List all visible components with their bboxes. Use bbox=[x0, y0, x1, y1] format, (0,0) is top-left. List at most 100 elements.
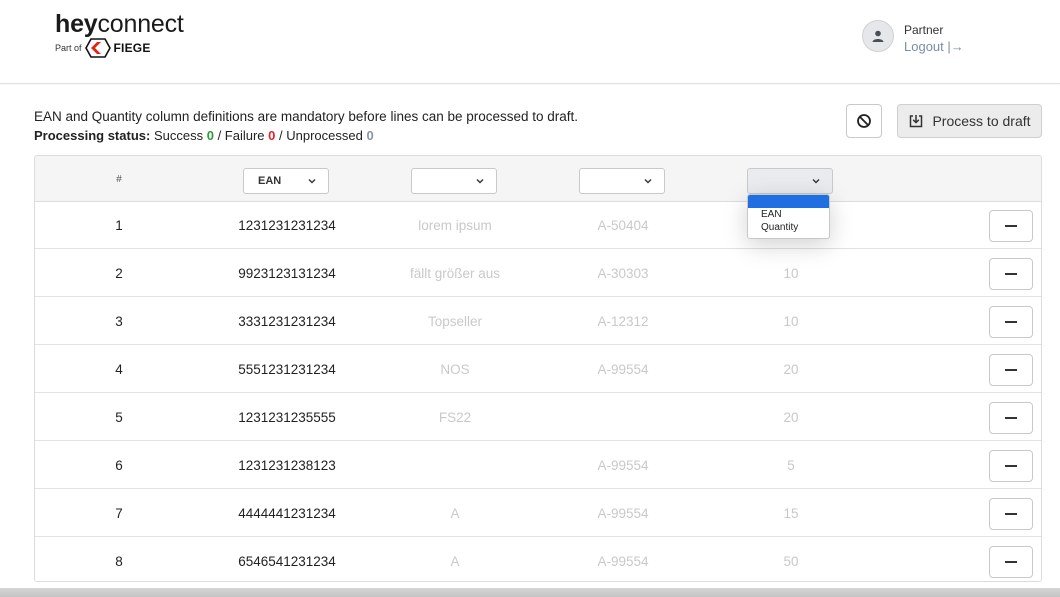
lines-table: # EAN 1 1231231231234 lorem ipsum A-5040… bbox=[34, 155, 1042, 582]
remove-row-button[interactable] bbox=[989, 498, 1033, 530]
failure-label: / Failure bbox=[217, 128, 265, 143]
download-tray-icon bbox=[910, 115, 923, 128]
row-number: 3 bbox=[115, 314, 123, 329]
row-col3: A bbox=[450, 506, 460, 521]
main-content: EAN and Quantity column definitions are … bbox=[0, 85, 1060, 597]
row-col5: 20 bbox=[783, 410, 799, 425]
ban-icon bbox=[857, 114, 871, 128]
row-number: 2 bbox=[115, 266, 123, 281]
success-label: Success bbox=[153, 128, 204, 143]
row-number: 7 bbox=[115, 506, 123, 521]
row-number: 1 bbox=[115, 218, 123, 233]
unprocessed-count: 0 bbox=[366, 128, 374, 143]
row-number: 8 bbox=[115, 554, 123, 569]
column-select-5[interactable] bbox=[747, 168, 833, 194]
processing-status-label: Processing status: bbox=[34, 128, 151, 143]
row-col4 bbox=[539, 394, 707, 441]
table-row: 3 3331231231234 Topseller A-12312 10 bbox=[35, 298, 1041, 345]
chevron-down-icon bbox=[476, 179, 484, 184]
row-col5: 10 bbox=[783, 266, 799, 281]
chevron-down-icon bbox=[812, 179, 820, 184]
row-col5: 50 bbox=[783, 554, 799, 569]
row-ean: 1231231238123 bbox=[238, 458, 336, 473]
minus-icon bbox=[1005, 465, 1017, 467]
user-avatar[interactable] bbox=[862, 20, 894, 52]
row-col3: A bbox=[450, 554, 460, 569]
row-col3: lorem ipsum bbox=[418, 218, 492, 233]
minus-icon bbox=[1005, 561, 1017, 563]
mandatory-columns-message: EAN and Quantity column definitions are … bbox=[34, 109, 579, 124]
row-ean: 4444441231234 bbox=[238, 506, 336, 521]
bottom-shadow bbox=[0, 588, 1060, 597]
user-role: Partner bbox=[904, 23, 944, 37]
row-number-header: # bbox=[116, 173, 122, 185]
fiege-chevron-icon bbox=[84, 38, 111, 58]
failure-count: 0 bbox=[268, 128, 276, 143]
row-col3: NOS bbox=[440, 362, 470, 377]
dropdown-option-quantity[interactable]: Quantity bbox=[748, 221, 829, 234]
row-col5: 10 bbox=[783, 314, 799, 329]
row-col4: A-50404 bbox=[597, 218, 649, 233]
row-col3: fällt größer aus bbox=[409, 266, 501, 281]
logout-link[interactable]: Logout |→ bbox=[904, 38, 964, 56]
minus-icon bbox=[1005, 273, 1017, 275]
table-header: # EAN bbox=[35, 156, 1041, 202]
success-count: 0 bbox=[206, 128, 214, 143]
row-ean: 3331231231234 bbox=[238, 314, 336, 329]
dropdown-option-empty[interactable] bbox=[748, 195, 829, 208]
cancel-button[interactable] bbox=[846, 104, 882, 138]
row-ean: 6546541231234 bbox=[238, 554, 336, 569]
row-col4: A-99554 bbox=[597, 362, 649, 377]
remove-row-button[interactable] bbox=[989, 258, 1033, 290]
row-number: 5 bbox=[115, 410, 123, 425]
unprocessed-label: / Unprocessed bbox=[279, 128, 363, 143]
row-col4: A-30303 bbox=[597, 266, 649, 281]
row-col5: 20 bbox=[783, 362, 799, 377]
remove-row-button[interactable] bbox=[989, 354, 1033, 386]
chevron-down-icon bbox=[644, 179, 652, 184]
dropdown-option-ean[interactable]: EAN bbox=[748, 208, 829, 221]
minus-icon bbox=[1005, 513, 1017, 515]
column-select-4[interactable] bbox=[579, 168, 665, 194]
user-icon bbox=[872, 30, 884, 42]
row-number: 4 bbox=[115, 362, 123, 377]
row-col4: A-12312 bbox=[597, 314, 649, 329]
remove-row-button[interactable] bbox=[989, 210, 1033, 242]
fiege-label: FIEGE bbox=[113, 41, 151, 55]
row-col4: A-99554 bbox=[597, 554, 649, 569]
table-row: 2 9923123131234 fällt größer aus A-30303… bbox=[35, 250, 1041, 297]
remove-row-button[interactable] bbox=[989, 306, 1033, 338]
table-row: 7 4444441231234 A A-99554 15 bbox=[35, 490, 1041, 537]
minus-icon bbox=[1005, 369, 1017, 371]
chevron-down-icon bbox=[308, 179, 316, 184]
row-col5: 5 bbox=[787, 458, 795, 473]
top-navigation-bar: heyconnect Part of FIEGE Partner Logout … bbox=[0, 0, 1060, 84]
brand-wordmark: heyconnect bbox=[55, 10, 184, 38]
row-ean: 5551231231234 bbox=[238, 362, 336, 377]
remove-row-button[interactable] bbox=[989, 546, 1033, 578]
column-select-2[interactable]: EAN bbox=[243, 168, 329, 194]
row-col3: FS22 bbox=[438, 410, 472, 425]
user-menu: Partner Logout |→ bbox=[862, 20, 964, 56]
remove-row-button[interactable] bbox=[989, 402, 1033, 434]
row-ean: 1231231235555 bbox=[238, 410, 336, 425]
minus-icon bbox=[1005, 417, 1017, 419]
table-row: 4 5551231231234 NOS A-99554 20 bbox=[35, 346, 1041, 393]
row-col4: A-99554 bbox=[597, 458, 649, 473]
row-col3 bbox=[371, 442, 539, 489]
process-to-draft-button[interactable]: Process to draft bbox=[897, 104, 1042, 138]
column-select-3[interactable] bbox=[411, 168, 497, 194]
row-ean: 1231231231234 bbox=[238, 218, 336, 233]
table-row: 8 6546541231234 A A-99554 50 bbox=[35, 538, 1041, 581]
row-col5: 15 bbox=[783, 506, 799, 521]
row-number: 6 bbox=[115, 458, 123, 473]
part-of-fiege: Part of FIEGE bbox=[55, 38, 184, 58]
part-of-label: Part of bbox=[55, 43, 82, 53]
row-ean: 9923123131234 bbox=[238, 266, 336, 281]
heyconnect-logo[interactable]: heyconnect Part of FIEGE bbox=[55, 10, 184, 58]
column-select-2-value: EAN bbox=[258, 175, 282, 187]
row-col3: Topseller bbox=[427, 314, 483, 329]
row-col4: A-99554 bbox=[597, 506, 649, 521]
table-row: 6 1231231238123 A-99554 5 bbox=[35, 442, 1041, 489]
remove-row-button[interactable] bbox=[989, 450, 1033, 482]
